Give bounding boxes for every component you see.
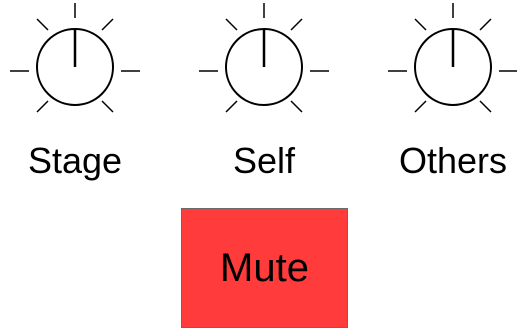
knob-label-self: Self: [232, 140, 296, 181]
knob-self[interactable]: Self: [194, 0, 334, 200]
knob-label-stage: Stage: [27, 140, 123, 181]
knob-others[interactable]: Others: [383, 0, 517, 200]
rotary-knob-icon[interactable]: [5, 0, 145, 120]
mute-button[interactable]: Mute: [181, 208, 348, 328]
knob-label-others: Others: [398, 140, 508, 181]
rotary-knob-icon[interactable]: [194, 0, 334, 120]
knob-stage[interactable]: Stage: [5, 0, 145, 200]
rotary-knob-icon[interactable]: [383, 0, 517, 120]
